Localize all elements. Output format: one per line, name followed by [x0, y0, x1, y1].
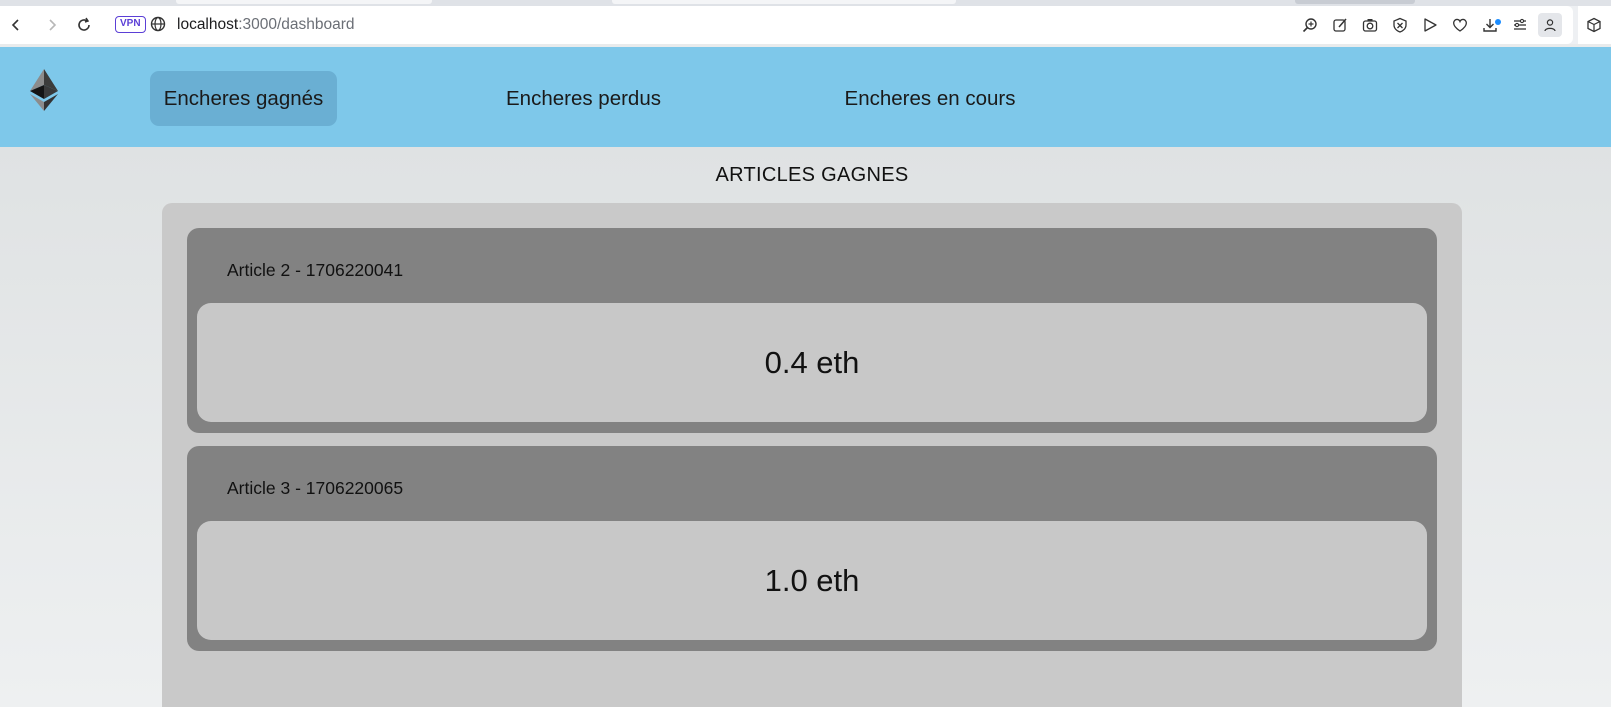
extensions-area: [1578, 6, 1611, 44]
browser-toolbar: VPN localhost:3000/dashboard: [0, 6, 1611, 44]
page-title: ARTICLES GAGNES: [715, 164, 909, 186]
forward-icon[interactable]: [42, 15, 62, 35]
main-content: ARTICLES GAGNES Article 2 - 1706220041 0…: [0, 147, 1611, 707]
address-bar: VPN localhost:3000/dashboard: [0, 6, 1573, 44]
camera-icon[interactable]: [1360, 15, 1380, 35]
article-value-box: 1.0 eth: [197, 521, 1427, 640]
extensions-icon[interactable]: [1584, 15, 1604, 35]
globe-icon: [150, 16, 168, 34]
url-path: :3000/dashboard: [238, 16, 355, 33]
notification-dot: [1495, 19, 1501, 25]
send-icon[interactable]: [1420, 15, 1440, 35]
article-value-box: 0.4 eth: [197, 303, 1427, 422]
article-card: Article 2 - 1706220041 0.4 eth: [187, 228, 1437, 433]
url-host: localhost: [177, 16, 239, 33]
download-icon[interactable]: [1480, 15, 1500, 35]
article-card: Article 3 - 1706220065 1.0 eth: [187, 446, 1437, 651]
article-title: Article 3 - 1706220065: [227, 478, 404, 498]
browser-tab[interactable]: [176, 0, 432, 4]
articles-panel: Article 2 - 1706220041 0.4 eth Article 3…: [162, 203, 1462, 707]
zoom-in-icon[interactable]: [1300, 15, 1320, 35]
tab-encheres-perdus[interactable]: Encheres perdus: [490, 71, 677, 126]
article-value: 0.4 eth: [764, 344, 860, 380]
browser-tab[interactable]: [1295, 0, 1415, 4]
browser-tab[interactable]: [612, 0, 956, 4]
shield-icon[interactable]: [1390, 15, 1410, 35]
app-header: Encheres gagnés Encheres perdus Encheres…: [0, 47, 1611, 147]
article-value: 1.0 eth: [764, 562, 860, 598]
tab-encheres-gagnes[interactable]: Encheres gagnés: [150, 71, 337, 126]
back-icon[interactable]: [6, 15, 26, 35]
article-title: Article 2 - 1706220041: [227, 260, 404, 280]
heart-icon[interactable]: [1450, 15, 1470, 35]
profile-icon[interactable]: [1538, 13, 1562, 37]
reload-icon[interactable]: [74, 15, 94, 35]
tab-encheres-en-cours[interactable]: Encheres en cours: [830, 71, 1030, 126]
url-field[interactable]: localhost:3000/dashboard: [177, 15, 355, 35]
menu-icon[interactable]: [1510, 15, 1530, 35]
ethereum-logo[interactable]: [30, 69, 58, 111]
edit-icon[interactable]: [1330, 15, 1350, 35]
vpn-badge[interactable]: VPN: [115, 16, 146, 33]
